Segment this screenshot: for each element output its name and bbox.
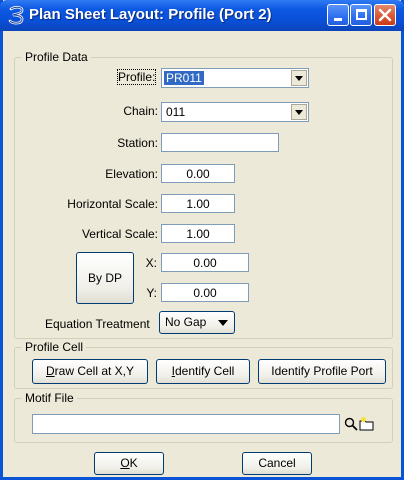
profile-select[interactable]: PR011 (161, 68, 309, 88)
chevron-down-icon (295, 76, 303, 81)
chain-dropdown-button[interactable] (291, 104, 307, 120)
station-label: Station: (117, 136, 158, 150)
equation-treatment-select[interactable]: No Gap (159, 311, 235, 334)
ok-mnemonic: O (120, 456, 130, 470)
chain-select-value: 011 (166, 105, 186, 119)
motif-file-legend: Motif File (22, 391, 77, 405)
draw-cell-label: raw Cell at X,Y (54, 364, 135, 378)
chevron-down-icon (295, 110, 303, 115)
search-icon[interactable] (344, 417, 358, 431)
minimize-icon (334, 18, 342, 21)
chevron-down-icon (218, 320, 228, 326)
elevation-input[interactable]: 0.00 (161, 164, 235, 183)
profile-label: Profile: (116, 69, 157, 85)
vertical-scale-label: Vertical Scale: (81, 227, 158, 241)
x-input[interactable]: 0.00 (161, 253, 249, 272)
elevation-label: Elevation: (105, 167, 158, 181)
close-icon (378, 8, 392, 22)
equation-treatment-value: No Gap (165, 315, 207, 329)
y-input[interactable]: 0.00 (161, 283, 249, 302)
profile-data-legend: Profile Data (22, 50, 91, 64)
chain-label: Chain: (123, 104, 158, 118)
horizontal-scale-label: Horizontal Scale: (67, 197, 158, 211)
dialog-window: Plan Sheet Layout: Profile (Port 2) Prof… (0, 0, 404, 480)
ok-button[interactable]: OK (94, 452, 164, 475)
app-logo-icon (8, 5, 24, 25)
vertical-scale-input[interactable]: 1.00 (161, 224, 235, 243)
x-label: X: (145, 256, 157, 270)
identify-cell-button[interactable]: Identify Cell (156, 359, 250, 384)
draw-cell-mnemonic: D (45, 364, 55, 378)
y-label: Y: (146, 286, 157, 300)
identify-cell-label: dentify Cell (174, 364, 235, 378)
ok-label: K (129, 456, 138, 470)
by-dp-button[interactable]: By DP (76, 252, 134, 304)
horizontal-scale-input[interactable]: 1.00 (161, 194, 235, 213)
title-bar[interactable]: Plan Sheet Layout: Profile (Port 2) (0, 0, 404, 31)
maximize-button[interactable] (350, 4, 372, 26)
profile-select-value: PR011 (164, 71, 204, 85)
profile-cell-legend: Profile Cell (22, 340, 87, 354)
identify-profile-port-button[interactable]: Identify Profile Port (258, 359, 386, 384)
equation-treatment-label: Equation Treatment (45, 317, 150, 331)
profile-dropdown-button[interactable] (291, 70, 307, 86)
maximize-icon (356, 9, 367, 20)
cancel-button[interactable]: Cancel (242, 452, 312, 475)
motif-file-input[interactable] (32, 414, 340, 434)
window-title: Plan Sheet Layout: Profile (Port 2) (29, 6, 272, 23)
close-button[interactable] (374, 4, 396, 26)
minimize-button[interactable] (327, 4, 349, 26)
chain-select[interactable]: 011 (161, 102, 309, 122)
station-input[interactable] (161, 133, 279, 152)
draw-cell-button[interactable]: Draw Cell at X,Y (32, 359, 148, 384)
folder-icon[interactable] (359, 416, 375, 432)
